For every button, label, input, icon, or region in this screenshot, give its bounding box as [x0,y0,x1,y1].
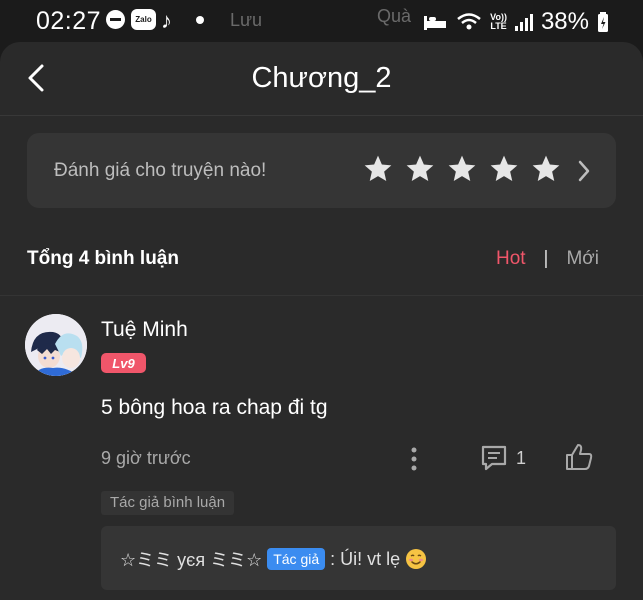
sort-tabs: Hot | Mới [496,248,599,270]
status-bar: 02:27 Zalo ♪ Lưu Quà Vo)) LTE 38% [0,0,643,42]
battery-icon [598,12,608,32]
volte-icon: Vo)) LTE [490,12,507,31]
status-icons: Vo)) LTE 38% [422,8,609,36]
header: Chương_2 [0,42,643,116]
page-title: Chương_2 [251,62,392,94]
chevron-right-icon[interactable] [577,159,591,183]
ghost-label-middle: Quà [377,6,412,26]
clock: 02:27 [36,7,102,35]
signal-icon [514,13,533,31]
comment-text: 5 bông hoa ra chap đi tg [101,396,328,419]
author-comment-tag: Tác giả bình luận [101,491,235,515]
reply-icon[interactable] [479,443,509,473]
comments-sheet: Chương_2 Đánh giá cho truyện nào! Tổng 4… [0,42,643,600]
rating-prompt-text: Đánh giá cho truyện nào! [54,160,267,181]
author-reply[interactable]: ☆ミミ yєя ミミ☆ Tác giả : Úi! vt lẹ [101,526,616,590]
sort-separator: | [543,248,549,269]
tab-hot[interactable]: Hot [496,248,526,270]
reply-count: 1 [516,448,527,468]
sleep-icon [424,16,447,30]
comment-count: Tổng 4 bình luận [27,248,179,269]
wifi-icon [457,13,481,30]
zalo-icon: Zalo [131,9,156,30]
rating-prompt[interactable]: Đánh giá cho truyện nào! [27,133,616,208]
author-badge: Tác giả [267,548,326,570]
battery-percent: 38% [540,8,589,35]
avatar-illustration [25,314,87,376]
star-icon[interactable] [530,152,562,186]
smiling-face-emoji-icon [406,549,427,569]
reply-text: : Úi! vt lẹ [330,548,401,569]
star-rating[interactable] [362,152,562,186]
dot-icon [196,16,204,24]
reply-author: ☆ミミ yєя ミミ☆ [120,550,263,570]
avatar[interactable] [25,314,87,376]
comment-username[interactable]: Tuệ Minh [101,318,188,342]
tiktok-icon: ♪ [161,8,172,33]
ghost-label-left: Lưu [230,10,263,30]
like-icon[interactable] [563,441,595,473]
dnd-icon [106,10,125,29]
star-icon[interactable] [488,152,520,186]
tab-new[interactable]: Mới [566,248,599,270]
reply-line: ☆ミミ yєя ミミ☆ Tác giả : Úi! vt lẹ [120,546,427,572]
star-icon[interactable] [446,152,478,186]
level-badge: Lv9 [101,353,146,373]
divider [0,295,643,296]
star-icon[interactable] [404,152,436,186]
star-icon[interactable] [362,152,394,186]
more-options-icon[interactable] [410,446,418,472]
comment-time: 9 giờ trước [101,448,191,468]
